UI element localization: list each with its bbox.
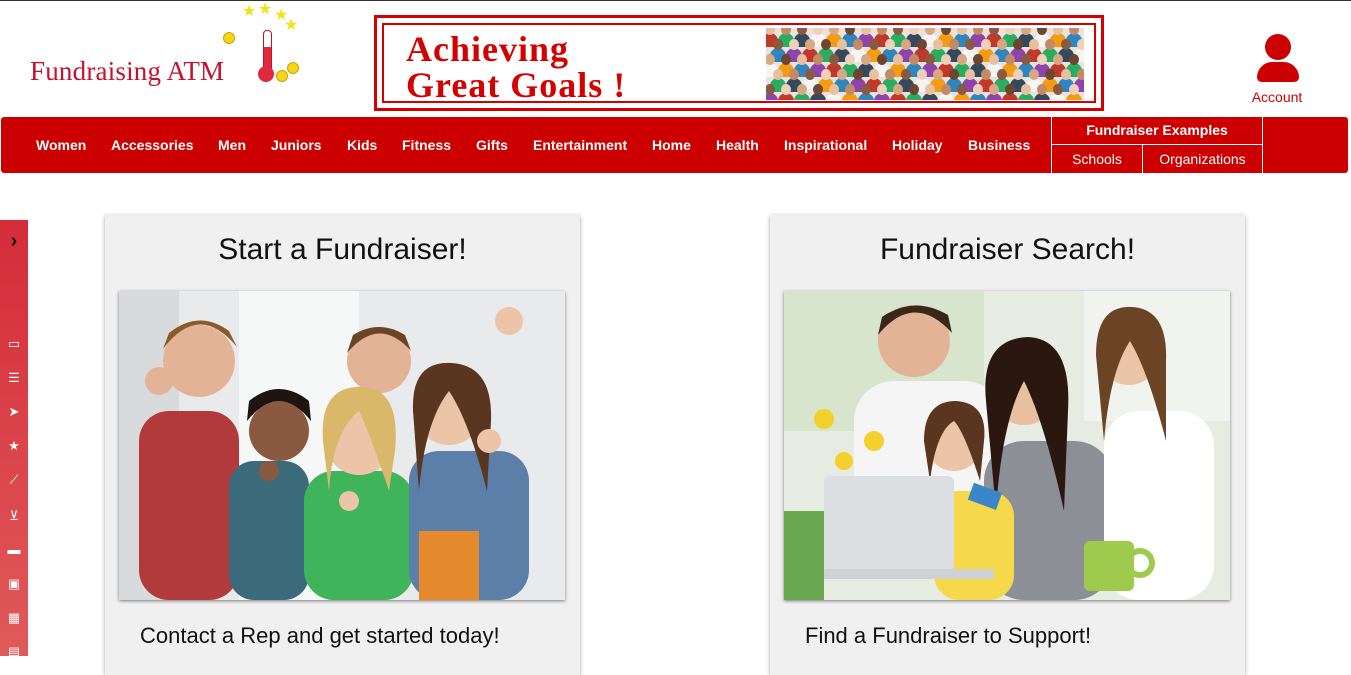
examples-schools-link[interactable]: Schools xyxy=(1052,145,1143,173)
list-icon[interactable]: ☰ xyxy=(0,370,28,386)
card-title: Start a Fundraiser! xyxy=(218,233,467,266)
fundraiser-search-card[interactable]: Fundraiser Search! Find a Fundraiser to … xyxy=(770,215,1245,675)
calculator-icon[interactable]: ▦ xyxy=(0,610,28,626)
account-link[interactable]: Account xyxy=(1240,32,1314,108)
main-nav: Women Accessories Men Juniors Kids Fitne… xyxy=(1,117,1348,173)
nav-item-men[interactable]: Men xyxy=(218,117,246,173)
crowd-photo xyxy=(766,28,1084,100)
nav-item-gifts[interactable]: Gifts xyxy=(476,117,508,173)
nav-item-entertainment[interactable]: Entertainment xyxy=(533,117,627,173)
card-caption: Contact a Rep and get started today! xyxy=(140,623,500,648)
smiley-icon xyxy=(287,62,299,74)
top-border xyxy=(0,0,1351,1)
cart-icon[interactable]: ⊻ xyxy=(0,508,28,524)
students-thumbs-up-photo[interactable] xyxy=(119,291,565,600)
smiley-icon xyxy=(276,70,288,82)
thermometer-icon xyxy=(258,30,274,82)
nav-item-health[interactable]: Health xyxy=(716,117,759,173)
nav-item-accessories[interactable]: Accessories xyxy=(111,117,194,173)
site-logo[interactable]: Fundraising ATM ★ ★ ★ ★ xyxy=(30,1,310,104)
nav-item-women[interactable]: Women xyxy=(36,117,86,173)
chevron-right-icon[interactable]: › xyxy=(0,230,28,253)
calendar-icon[interactable]: ▤ xyxy=(0,644,28,660)
smiley-icon xyxy=(223,32,235,44)
fundraiser-examples-menu: Fundraiser Examples Schools Organization… xyxy=(1051,117,1263,173)
card-title: Fundraiser Search! xyxy=(879,233,1136,266)
account-label: Account xyxy=(1251,89,1303,105)
side-toolbar: › ▭ ☰ ➤ ★ ⟋ ⊻ ▬ ▣ ▦ ▤ xyxy=(0,220,28,659)
cursor-icon[interactable]: ➤ xyxy=(0,404,28,420)
user-icon xyxy=(1265,34,1291,60)
banner-line-1: Achieving xyxy=(406,29,570,69)
family-laptop-photo[interactable] xyxy=(784,291,1230,600)
nav-item-juniors[interactable]: Juniors xyxy=(271,117,322,173)
nav-item-holiday[interactable]: Holiday xyxy=(892,117,943,173)
start-fundraiser-card[interactable]: Start a Fundraiser! Contact a Rep and ge… xyxy=(105,215,580,675)
star-icon: ★ xyxy=(242,3,257,20)
card-caption: Find a Fundraiser to Support! xyxy=(805,623,1092,648)
chart-line-icon[interactable]: ⟋ xyxy=(0,472,28,488)
star-icon: ★ xyxy=(284,17,299,34)
nav-item-fitness[interactable]: Fitness xyxy=(402,117,451,173)
header-banner[interactable]: Achieving Great Goals ! xyxy=(374,15,1104,111)
monitor-icon[interactable]: ▭ xyxy=(0,336,28,352)
nav-item-home[interactable]: Home xyxy=(652,117,691,173)
logo-text: Fundraising ATM xyxy=(30,56,225,86)
nav-item-business[interactable]: Business xyxy=(968,117,1030,173)
banner-line-2: Great Goals ! xyxy=(406,65,627,105)
nav-item-inspirational[interactable]: Inspirational xyxy=(784,117,867,173)
examples-organizations-link[interactable]: Organizations xyxy=(1143,145,1262,173)
money-icon[interactable]: ▣ xyxy=(0,576,28,592)
fundraiser-examples-title[interactable]: Fundraiser Examples xyxy=(1052,117,1262,145)
star-icon: ★ xyxy=(258,1,273,18)
nav-item-kids[interactable]: Kids xyxy=(347,117,377,173)
truck-icon[interactable]: ▬ xyxy=(0,542,28,557)
star-icon[interactable]: ★ xyxy=(0,438,28,454)
